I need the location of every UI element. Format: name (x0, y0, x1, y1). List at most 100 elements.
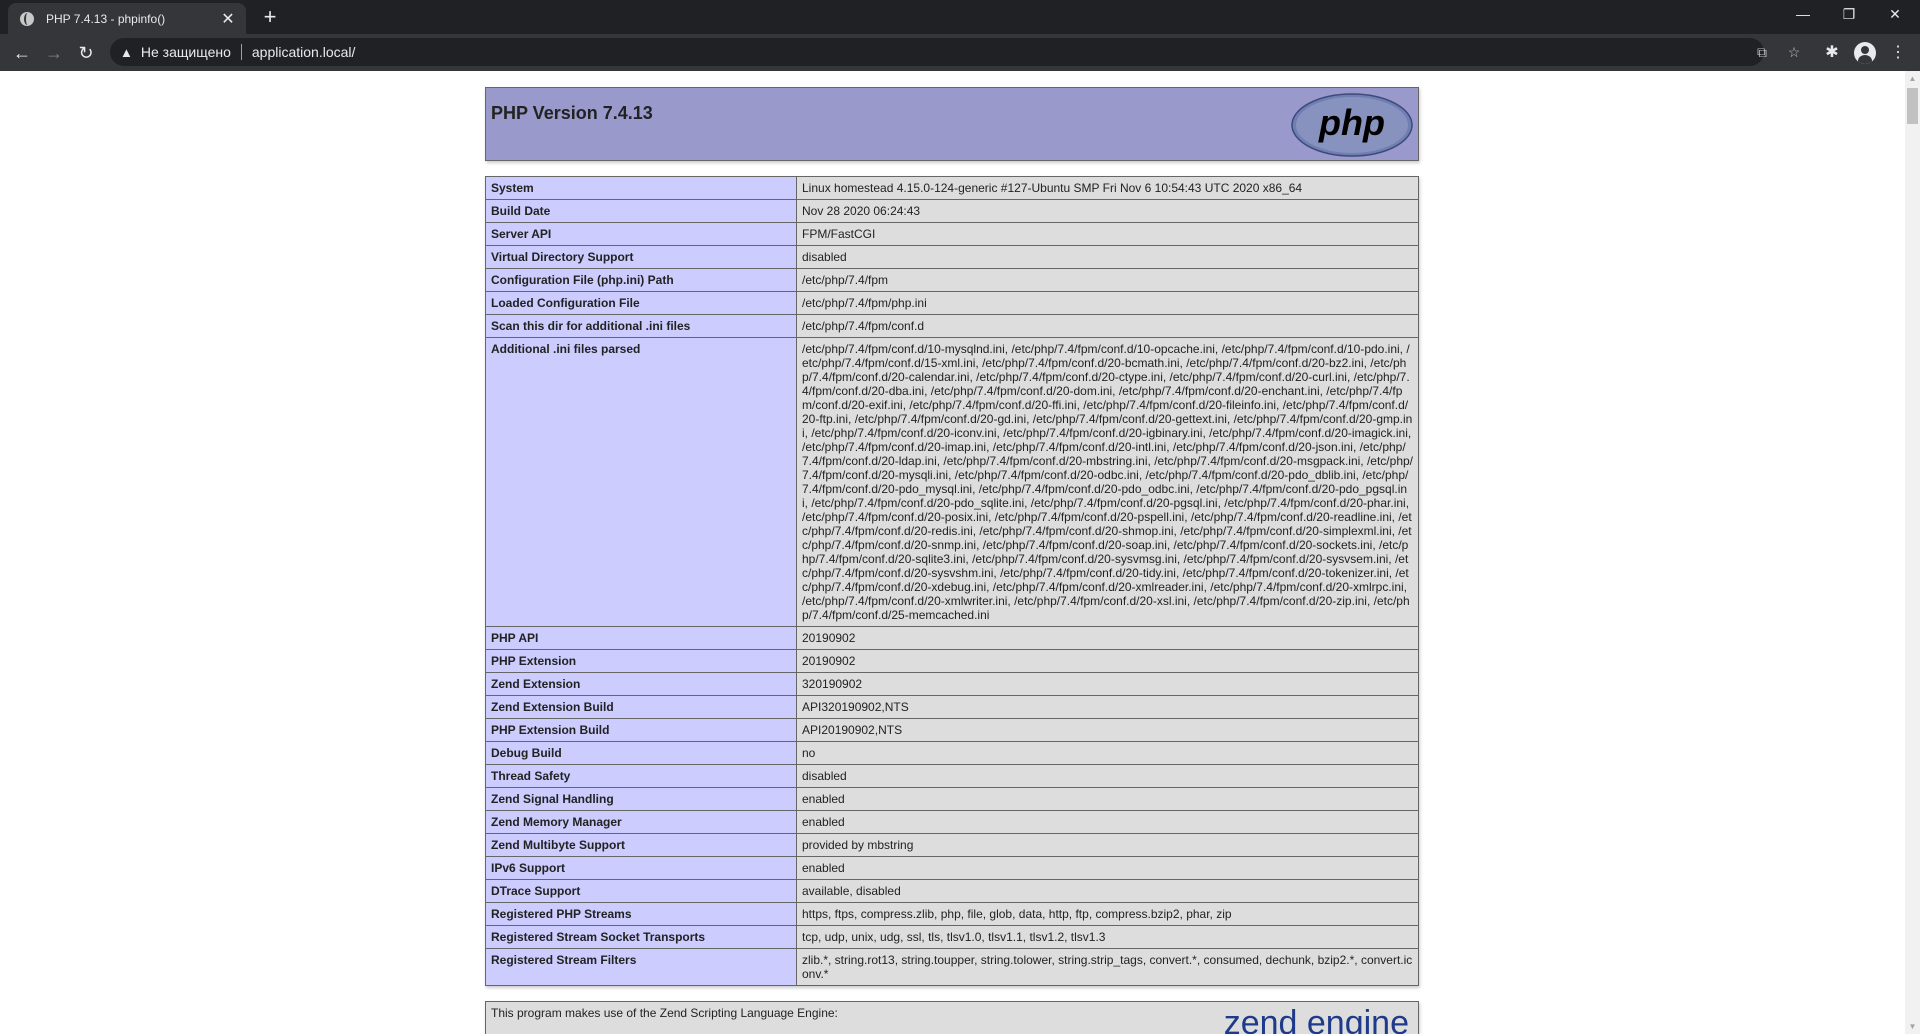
row-value: /etc/php/7.4/fpm/conf.d (796, 314, 1419, 338)
row-value: enabled (796, 810, 1419, 834)
row-value: available, disabled (796, 879, 1419, 903)
row-label: Thread Safety (485, 764, 797, 788)
table-row: Zend Memory Manager enabled (485, 810, 1419, 834)
omnibox-divider (240, 44, 242, 60)
table-row: Additional .ini files parsed/etc/php/7.4… (485, 337, 1419, 627)
page-scrollbar[interactable]: ▲ ▼ (1905, 71, 1920, 1034)
table-row: System Linux homestead 4.15.0-124-generic… (485, 176, 1419, 200)
row-value: FPM/FastCGI (796, 222, 1419, 246)
row-value: provided by mbstring (796, 833, 1419, 857)
row-value: API320190902,NTS (796, 695, 1419, 719)
page-title: PHP Version 7.4.13 (491, 103, 653, 123)
phpinfo-container: PHP Version 7.4.13 php System Linux homes… (485, 87, 1419, 1034)
address-bar[interactable]: ▲ Не защищено application.local/ (110, 38, 1764, 66)
engine-text: This program makes use of the Zend Scrip… (491, 1006, 838, 1020)
table-row: Registered Stream Filters zlib.*, string.… (485, 948, 1419, 986)
php-logo-text: php (1318, 102, 1385, 143)
row-value: zlib.*, string.rot13, string.toupper, st… (796, 948, 1419, 986)
row-label: IPv6 Support (485, 856, 797, 880)
row-value: API20190902,NTS (796, 718, 1419, 742)
row-label: System (485, 176, 797, 200)
tab-close-icon[interactable]: ✕ (220, 9, 236, 29)
row-value: no (796, 741, 1419, 765)
scroll-down-arrow-icon[interactable]: ▼ (1905, 1019, 1920, 1034)
info-table-body: System Linux homestead 4.15.0-124-generic… (485, 176, 1419, 986)
table-row: Scan this dir for additional .ini files /… (485, 314, 1419, 338)
row-value: 20190902 (796, 649, 1419, 673)
table-row: DTrace Support available, disabled (485, 879, 1419, 903)
table-row: Thread Safety disabled (485, 764, 1419, 788)
row-label: Debug Build (485, 741, 797, 765)
row-value: disabled (796, 245, 1419, 269)
table-row: PHP Extension Build API20190902,NTS (485, 718, 1419, 742)
table-row: Zend Signal Handling enabled (485, 787, 1419, 811)
tab-strip: PHP 7.4.13 - phpinfo() ✕ + — ❐ ✕ (0, 0, 1920, 34)
security-status[interactable]: Не защищено (141, 44, 231, 60)
system-info-table: System Linux homestead 4.15.0-124-generic… (485, 176, 1419, 986)
table-row: Configuration File (php.ini) Path/etc/ph… (485, 268, 1419, 292)
row-label: Zend Signal Handling (485, 787, 797, 811)
row-label: Virtual Directory Support (485, 245, 797, 269)
row-value: enabled (796, 856, 1419, 880)
scrollbar-thumb[interactable] (1907, 88, 1918, 124)
table-row: IPv6 Support enabled (485, 856, 1419, 880)
row-label: Additional .ini files parsed (485, 337, 797, 627)
bookmark-star-icon[interactable]: ☆ (1784, 42, 1804, 62)
row-label: Registered PHP Streams (485, 902, 797, 926)
table-row: Virtual Directory Support disabled (485, 245, 1419, 269)
row-value: Nov 28 2020 06:24:43 (796, 199, 1419, 223)
zend-engine-logo-text: zend engine (1224, 1004, 1409, 1034)
row-label: Server API (485, 222, 797, 246)
row-value: 20190902 (796, 626, 1419, 650)
reload-icon[interactable]: ↻ (72, 39, 100, 67)
zend-engine-box: This program makes use of the Zend Scrip… (485, 1001, 1419, 1034)
version-header: PHP Version 7.4.13 php (485, 87, 1419, 161)
window-close-button[interactable]: ✕ (1872, 0, 1918, 28)
row-label: Zend Multibyte Support (485, 833, 797, 857)
extensions-puzzle-icon[interactable]: ✱ (1818, 39, 1846, 67)
php-logo[interactable]: php (1291, 93, 1413, 157)
row-label: Build Date (485, 199, 797, 223)
table-row: Build Date Nov 28 2020 06:24:43 (485, 199, 1419, 223)
row-label: Zend Memory Manager (485, 810, 797, 834)
row-label: PHP API (485, 626, 797, 650)
translate-icon[interactable]: ⧉ (1752, 42, 1772, 62)
forward-arrow-icon[interactable]: → (40, 39, 68, 67)
zend-engine-logo[interactable]: zend engine (1153, 1004, 1413, 1034)
table-row: Registered PHP Streams https, ftps, compr… (485, 902, 1419, 926)
table-row: PHP API 20190902 (485, 626, 1419, 650)
browser-toolbar: ← → ↻ ▲ Не защищено application.local/ ⧉… (0, 34, 1920, 71)
table-row: Debug Build no (485, 741, 1419, 765)
tab-title: PHP 7.4.13 - phpinfo() (46, 11, 166, 26)
profile-avatar-icon[interactable] (1854, 42, 1876, 64)
back-arrow-icon[interactable]: ← (8, 39, 36, 67)
row-value: tcp, udp, unix, udg, ssl, tls, tlsv1.0, … (796, 925, 1419, 949)
row-label: Registered Stream Filters (485, 948, 797, 986)
row-value: https, ftps, compress.zlib, php, file, g… (796, 902, 1419, 926)
row-value: /etc/php/7.4/fpm/php.ini (796, 291, 1419, 315)
row-label: Loaded Configuration File (485, 291, 797, 315)
table-row: Loaded Configuration File/etc/php/7.4/fp… (485, 291, 1419, 315)
scroll-up-arrow-icon[interactable]: ▲ (1905, 71, 1920, 86)
minimize-button[interactable]: — (1780, 0, 1826, 28)
row-value: /etc/php/7.4/fpm (796, 268, 1419, 292)
new-tab-button[interactable]: + (258, 5, 282, 29)
row-value: 320190902 (796, 672, 1419, 696)
active-tab[interactable]: PHP 7.4.13 - phpinfo() ✕ (8, 3, 246, 34)
row-label: Configuration File (php.ini) Path (485, 268, 797, 292)
row-label: Zend Extension (485, 672, 797, 696)
row-label: PHP Extension Build (485, 718, 797, 742)
menu-kebab-icon[interactable]: ⋮ (1884, 39, 1912, 67)
row-value: disabled (796, 764, 1419, 788)
table-row: Zend Multibyte Support provided by mbstri… (485, 833, 1419, 857)
restore-button[interactable]: ❐ (1826, 0, 1872, 28)
row-value: /etc/php/7.4/fpm/conf.d/10-mysqlnd.ini, … (796, 337, 1419, 627)
table-row: PHP Extension 20190902 (485, 649, 1419, 673)
table-row: Zend Extension Build API320190902,NTS (485, 695, 1419, 719)
row-value: enabled (796, 787, 1419, 811)
globe-icon (20, 11, 34, 26)
table-row: Registered Stream Socket Transports tcp, … (485, 925, 1419, 949)
url-text[interactable]: application.local/ (252, 44, 356, 60)
page-viewport: PHP Version 7.4.13 php System Linux homes… (0, 71, 1920, 1034)
warning-icon[interactable]: ▲ (120, 45, 133, 60)
